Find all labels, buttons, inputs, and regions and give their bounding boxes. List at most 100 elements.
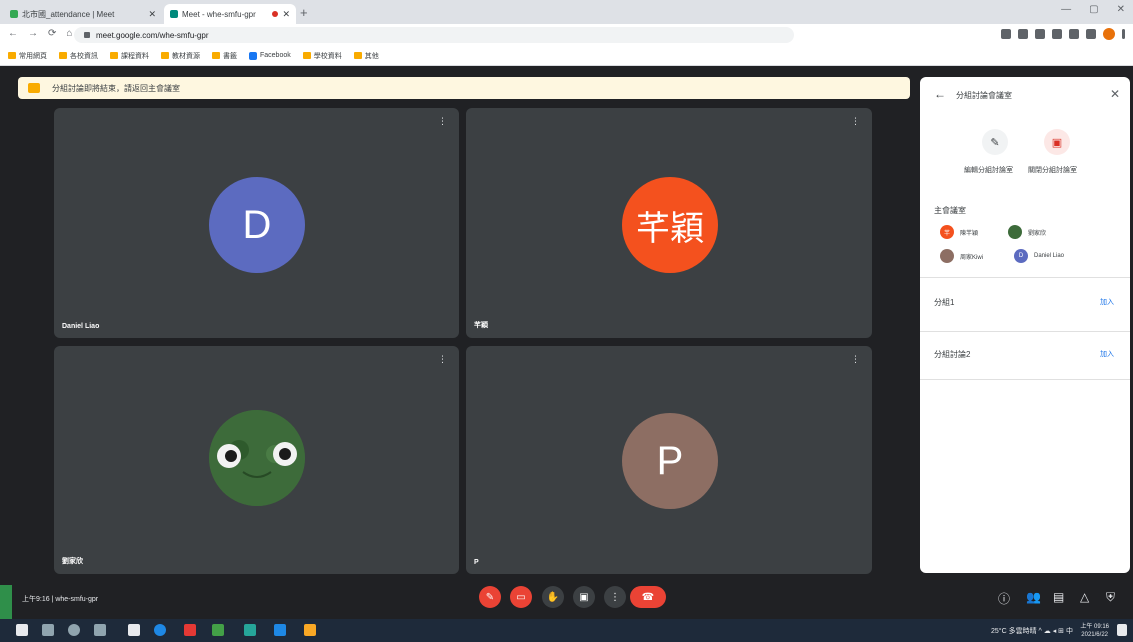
bookmark-item[interactable]: 書籤 (212, 51, 237, 61)
divider (920, 331, 1130, 332)
participant-name: 周家Kiwi (960, 254, 984, 261)
camera-button[interactable]: ▭ (510, 586, 532, 608)
maximize-button[interactable]: ▢ (1089, 4, 1098, 15)
line-icon[interactable] (212, 624, 224, 636)
join-room-link[interactable]: 加入 (1100, 297, 1114, 307)
present-button[interactable]: ▣ (573, 586, 595, 608)
close-tab-icon[interactable]: ✕ (282, 9, 290, 20)
search-icon[interactable] (42, 624, 54, 636)
camera-indicator-icon[interactable] (1001, 29, 1011, 39)
participant-tile[interactable]: ⋮ P P (466, 346, 872, 574)
avatar-letter: 芊穎 (636, 208, 704, 249)
close-panel-icon[interactable]: ✕ (1110, 87, 1120, 101)
minimize-button[interactable]: — (1061, 4, 1071, 15)
people-icon[interactable]: 👥 (1026, 590, 1041, 604)
close-tab-icon[interactable]: ✕ (148, 9, 156, 20)
tab-title: 北市國_attendance | Meet (22, 9, 115, 19)
clock[interactable]: 上午 09:16 2021/6/22 (1080, 623, 1109, 639)
bookmark-item[interactable]: 各校資訊 (59, 51, 98, 61)
app-icon[interactable] (274, 624, 286, 636)
folder-icon (59, 52, 67, 59)
bookmark-item[interactable]: 其他 (353, 51, 379, 61)
chat-icon[interactable]: ▤ (1053, 590, 1064, 604)
bookmark-item[interactable]: 教材資源 (161, 51, 200, 61)
reload-icon[interactable]: ⟳ (48, 28, 56, 39)
close-rooms-button[interactable]: ▣ (1044, 129, 1070, 155)
leave-call-button[interactable]: ☎ (630, 586, 666, 608)
extension-icon[interactable] (1052, 29, 1062, 39)
clock-time: 上午 09:16 (1080, 624, 1109, 630)
bookmarks-bar: 常用網頁 各校資訊 課程資料 教材資源 書籤 Facebook 學校資料 其他 (0, 46, 1133, 66)
kebab-menu-icon[interactable] (1122, 29, 1125, 39)
mic-button[interactable]: ✎ (479, 586, 501, 608)
stop-icon: ▣ (1051, 136, 1063, 149)
bookmark-label: Facebook (260, 52, 291, 59)
new-tab-button[interactable]: + (300, 5, 308, 20)
info-icon[interactable]: ⓘ (998, 590, 1010, 607)
puzzle-icon[interactable] (1069, 29, 1079, 39)
cortana-icon[interactable] (68, 624, 80, 636)
meeting-info: 上午9:16 | whe-smfu-gpr (22, 596, 99, 603)
banner-text: 分組討論即將結束，請返回主會議室 (52, 83, 180, 93)
more-options-button[interactable]: ⋮ (604, 586, 626, 608)
system-tray[interactable]: 25°C 多雲時晴 ^ ☁ ◂ ⊞ 中 (991, 626, 1073, 636)
back-icon[interactable]: ← (8, 28, 18, 39)
edit-rooms-label: 編輯分組討論室 (964, 167, 1013, 174)
app-icon[interactable] (244, 624, 256, 636)
address-bar[interactable]: meet.google.com/whe-smfu-gpr (74, 27, 794, 43)
pencil-icon: ✎ (990, 136, 1000, 149)
participant-tile[interactable]: ⋮ 芊穎 芊穎 (466, 108, 872, 338)
more-options-icon[interactable]: ⋮ (851, 354, 860, 365)
share-icon[interactable] (1018, 29, 1028, 39)
star-icon[interactable] (1035, 29, 1045, 39)
participant-tile[interactable]: ⋮ D Daniel Liao (54, 108, 459, 338)
back-arrow-icon[interactable]: ← (934, 87, 946, 101)
host-controls-icon[interactable]: ⛨ (1106, 590, 1115, 605)
breakout-room-icon (28, 83, 40, 93)
participant-name: Daniel Liao (62, 323, 100, 330)
more-options-icon[interactable]: ⋮ (438, 354, 447, 365)
avatar: 芊穎 (622, 177, 718, 273)
participant-chip: 周家Kiwi (940, 249, 983, 263)
tab-title: Meet - whe-smfu-gpr (182, 9, 256, 19)
profile-avatar-icon[interactable] (1103, 28, 1115, 40)
edit-rooms-button[interactable]: ✎ (982, 129, 1008, 155)
store-icon[interactable] (128, 624, 140, 636)
room-heading: 分組討論2 (934, 350, 971, 359)
bookmark-item[interactable]: 常用網頁 (8, 51, 47, 61)
folder-icon (353, 52, 362, 59)
activities-icon[interactable]: △ (1080, 590, 1089, 604)
folder-icon (161, 52, 169, 59)
menu-extension-icon[interactable] (1086, 29, 1096, 39)
participant-chip: 芊 陳芊穎 (940, 225, 978, 239)
browser-tab-active[interactable]: Meet - whe-smfu-gpr ✕ (164, 4, 296, 24)
participant-name: Daniel Liao (1034, 253, 1065, 259)
breakout-rooms-panel: ← 分組討論會議室 ✕ ✎ ▣ 編輯分組討論室 關閉分組討論室 主會議室 芊 陳… (920, 77, 1130, 573)
app-icon[interactable] (304, 624, 316, 636)
more-options-icon[interactable]: ⋮ (438, 116, 447, 127)
participant-tile[interactable]: ⋮ 劉家欣 (54, 346, 459, 574)
close-window-button[interactable]: ✕ (1117, 4, 1125, 15)
chrome-icon[interactable] (184, 624, 196, 636)
notification-icon[interactable] (1117, 624, 1127, 636)
bookmark-item[interactable]: 學校資料 (302, 51, 342, 61)
avatar-letter: P (656, 438, 684, 483)
start-icon[interactable] (16, 624, 28, 636)
task-view-icon[interactable] (94, 624, 106, 636)
bookmark-item[interactable]: 課程資料 (110, 51, 149, 61)
join-room-link[interactable]: 加入 (1100, 349, 1114, 359)
bookmark-label: 其他 (364, 52, 379, 60)
home-icon[interactable]: ⌂ (66, 28, 72, 39)
meet-favicon-icon (170, 10, 178, 18)
raise-hand-button[interactable]: ✋ (542, 586, 564, 608)
browser-tab[interactable]: 北市國_attendance | Meet ✕ (4, 4, 162, 24)
folder-icon (212, 52, 220, 59)
edge-icon[interactable] (154, 624, 166, 636)
folder-icon (8, 52, 16, 59)
forward-icon[interactable]: → (28, 28, 38, 39)
bookmark-item[interactable]: Facebook (249, 51, 291, 60)
browser-toolbar: ← → ⟳ ⌂ meet.google.com/whe-smfu-gpr (0, 24, 1133, 46)
more-options-icon[interactable]: ⋮ (851, 116, 860, 127)
bookmark-label: 常用網頁 (19, 52, 47, 60)
more-vert-icon: ⋮ (610, 591, 620, 603)
